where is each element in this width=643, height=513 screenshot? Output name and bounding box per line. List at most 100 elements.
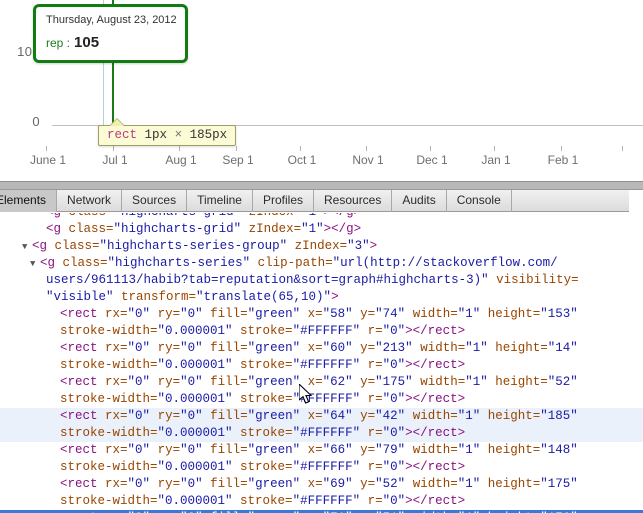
dom-token: "0" [180,477,211,491]
dom-token: "14" [547,341,578,355]
dom-token: "0" [382,324,406,338]
dom-tree-line[interactable]: <g class="highcharts-grid" zIndex="1"></… [0,213,643,221]
tab-network[interactable]: Network [57,190,123,212]
dom-token: "0" [382,426,406,440]
disclosure-triangle-icon[interactable]: ▼ [30,256,40,273]
dom-token: y= [360,341,376,355]
highcharts-plot-area[interactable]: 100 0 Thursday, August 23, 2012 rep :105… [0,0,643,146]
dom-token: stroke-width= [60,460,158,474]
inspect-width: 1px [144,128,168,142]
x-axis-label: Jan 1 [481,153,511,167]
dom-token: "visible" [46,290,122,304]
dom-tree-line[interactable]: <g class="highcharts-grid" zIndex="1"></… [0,221,643,238]
dom-tree-line[interactable]: stroke-width="0.000001" stroke="#FFFFFF"… [0,323,643,340]
dom-tree-line[interactable]: stroke-width="0.000001" stroke="#FFFFFF"… [0,391,643,408]
dom-token: "64" [322,409,361,423]
dom-tree-line[interactable]: ▼ <g class="highcharts-series" clip-path=… [0,255,643,272]
dom-token: > [369,239,378,253]
dom-token: "#FFFFFF" [292,358,368,372]
dom-tree-line[interactable]: <rect rx="0" ry="0" fill="green" x="64" … [0,408,643,425]
dom-token: width= [420,375,466,389]
dom-token: height= [487,443,541,457]
x-axis-tick [430,146,431,151]
tab-timeline[interactable]: Timeline [187,190,253,212]
inspect-tooltip-body: rect 1px × 185px [98,125,237,146]
dom-token: "#FFFFFF" [292,324,368,338]
dom-tree-line[interactable]: <rect rx="0" ry="0" fill="green" x="69" … [0,476,643,493]
multiply-icon: × [174,128,183,142]
dom-token: x= [307,409,323,423]
x-axis-tick [366,146,367,151]
dom-token: y= [360,375,376,389]
dom-token: "52" [375,477,413,491]
dom-token: ></g> [323,222,362,236]
dom-token: stroke= [240,392,293,406]
x-axis-label: Jul 1 [102,153,128,167]
tab-audits[interactable]: Audits [392,190,447,212]
dom-token: "#FFFFFF" [292,460,368,474]
tooltip-series-key: rep : [46,36,71,50]
dom-token: rx= [105,443,128,457]
dom-token: ></rect> [405,324,466,338]
dom-token: height= [495,341,548,355]
devtools-window: Elements Network Sources Timeline Profiles Re… [0,181,643,513]
dom-token: rx= [105,341,128,355]
dom-token: stroke= [240,324,293,338]
dom-tree-panel[interactable]: <g class="highcharts-grid" zIndex="1"></… [0,213,643,513]
dom-token: fill= [210,375,248,389]
devtools-tab-bar[interactable]: Elements Network Sources Timeline Profiles Re… [0,190,629,212]
inspect-tag-name: rect [107,128,138,142]
dom-token: y= [360,307,376,321]
tab-sources[interactable]: Sources [122,190,188,212]
dom-token: < [32,239,40,253]
tab-console[interactable]: Console [447,190,512,212]
dom-tree-line[interactable]: ▼ <g class="highcharts-series-group" zInd… [0,238,643,255]
dom-tree-line[interactable]: stroke-width="0.000001" stroke="#FFFFFF"… [0,493,643,510]
dom-token: y= [360,409,376,423]
dom-token: class= [62,256,108,270]
x-axis: June 1 Jul 1 Aug 1 Sep 1 Oct 1 Nov 1 Dec 1 Jan … [0,146,643,174]
dom-token: "3" [347,239,370,253]
dom-tree-line[interactable]: "visible" transform="translate(65,10)"> [0,289,643,306]
dom-token: rect [67,307,106,321]
dom-token: "0.000001" [157,460,241,474]
dom-token: "69" [322,477,361,491]
x-axis-label: Dec 1 [416,153,448,167]
dom-tree-line[interactable]: stroke-width="0.000001" stroke="#FFFFFF"… [0,425,643,442]
dom-tree-line[interactable]: stroke-width="0.000001" stroke="#FFFFFF"… [0,357,643,374]
dom-token: "highcharts-grid" [114,213,249,219]
dom-token: "highcharts-series" [107,256,258,270]
dom-token: rect [67,443,106,457]
dom-tree-line[interactable]: <rect rx="0" ry="0" fill="green" x="60" … [0,340,643,357]
dom-token: "green" [247,477,308,491]
dom-tree-line[interactable]: stroke-width="0.000001" stroke="#FFFFFF"… [0,459,643,476]
dom-token: "1" [301,213,324,219]
dom-token: "185" [540,409,578,423]
tab-resources[interactable]: Resources [314,190,393,212]
dom-token: "175" [540,477,578,491]
dom-token: rect [67,341,106,355]
dom-token: y= [360,443,376,457]
dom-token: rx= [105,375,128,389]
dom-tree-line[interactable]: <rect rx="0" ry="0" fill="green" x="66" … [0,442,643,459]
dom-token: "1" [457,477,488,491]
dom-token: "0" [180,307,211,321]
dom-token: height= [487,307,541,321]
dom-token: "0" [180,341,211,355]
dom-tree-line[interactable]: <rect rx="0" ry="0" fill="green" x="62" … [0,374,643,391]
tab-elements[interactable]: Elements [0,190,58,212]
dom-token: "green" [247,375,308,389]
dom-token: y= [360,477,376,491]
dom-tree-line[interactable]: users/961113/habib?tab=reputation&sort=g… [0,272,643,289]
dom-token: rx= [105,477,128,491]
dom-token: "0" [382,460,406,474]
disclosure-triangle-icon[interactable]: ▼ [22,239,32,256]
dom-token: "0.000001" [157,426,241,440]
dom-token: "0" [127,341,158,355]
dom-tree-line[interactable]: <rect rx="0" ry="0" fill="green" x="58" … [0,306,643,323]
x-axis-label: Oct 1 [287,153,317,167]
dom-token: "1" [457,307,488,321]
tab-profiles[interactable]: Profiles [253,190,314,212]
tooltip-date: Thursday, August 23, 2012 [46,14,177,26]
dom-token: ></rect> [405,358,466,372]
